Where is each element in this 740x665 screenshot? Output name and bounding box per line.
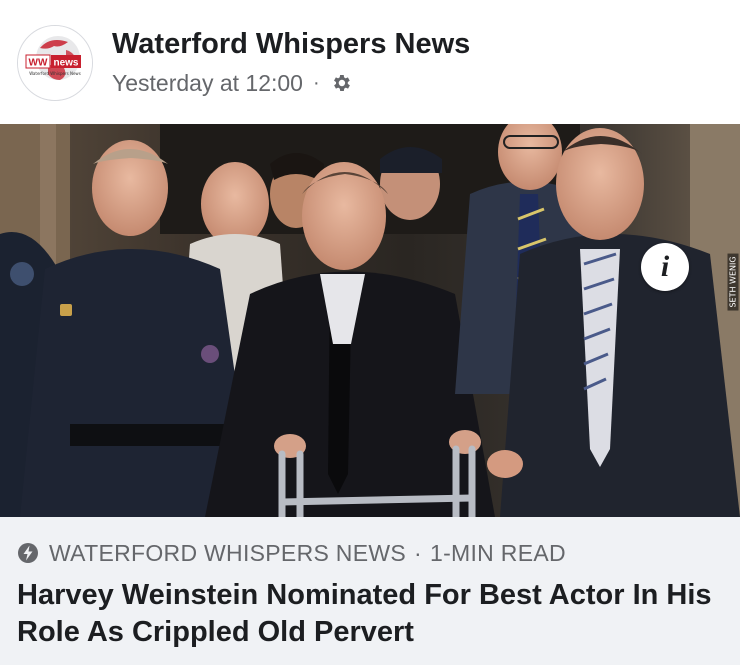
link-headline[interactable]: Harvey Weinstein Nominated For Best Acto…: [17, 577, 732, 651]
facebook-post: WW news Waterford Whispers News Waterfor…: [0, 0, 740, 665]
waterford-whispers-logo: WW news Waterford Whispers News: [18, 26, 92, 100]
svg-text:news: news: [53, 58, 78, 69]
photo-credit: SETH WENIG: [727, 252, 739, 312]
link-source-row: WATERFORD WHISPERS NEWS · 1-MIN READ: [17, 539, 566, 567]
info-button[interactable]: i: [641, 243, 689, 291]
link-read-time: 1-MIN READ: [429, 539, 566, 566]
page-name-link[interactable]: Waterford Whispers News: [112, 28, 470, 61]
post-header: WW news Waterford Whispers News Waterfor…: [0, 0, 740, 124]
svg-text:Waterford Whispers News: Waterford Whispers News: [29, 71, 81, 76]
meta-separator: ·: [312, 71, 320, 94]
link-separator: ·: [414, 539, 422, 566]
bolt-icon: [17, 542, 39, 564]
post-photo[interactable]: i SETH WENIG: [0, 124, 740, 517]
link-source-name: WATERFORD WHISPERS NEWS: [49, 539, 407, 566]
svg-text:WW: WW: [29, 58, 48, 69]
link-preview-card[interactable]: WATERFORD WHISPERS NEWS · 1-MIN READ Har…: [0, 517, 740, 665]
gear-icon[interactable]: [330, 72, 352, 94]
page-avatar[interactable]: WW news Waterford Whispers News: [17, 25, 93, 101]
post-meta: Yesterday at 12:00 ·: [112, 68, 352, 98]
news-photo-illustration: [0, 124, 740, 517]
post-timestamp[interactable]: Yesterday at 12:00: [112, 70, 303, 97]
